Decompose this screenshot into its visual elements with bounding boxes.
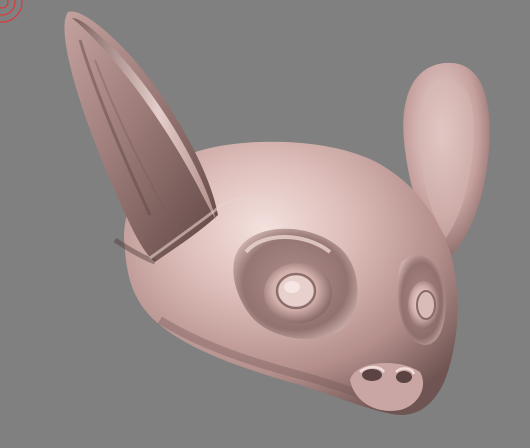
viewport-canvas[interactable] — [0, 0, 530, 448]
right-eye — [408, 281, 440, 329]
viewport-3d[interactable] — [0, 0, 530, 448]
sculpted-creature-head[interactable] — [64, 11, 490, 415]
rotate-gizmo-icon[interactable] — [0, 0, 23, 23]
left-eye — [264, 263, 332, 323]
